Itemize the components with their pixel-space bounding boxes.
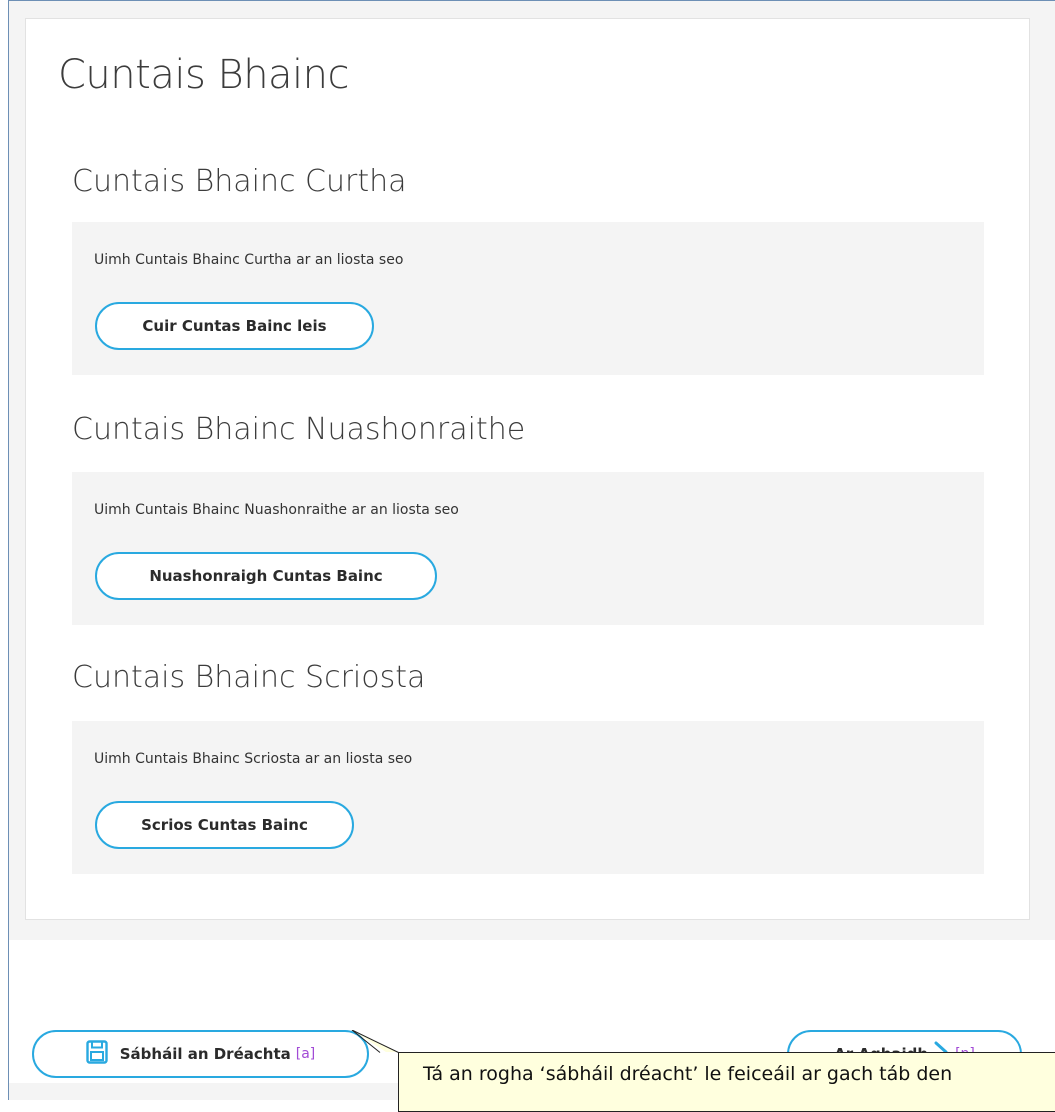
- updated-accounts-panel: Uimh Cuntais Bhainc Nuashonraithe ar an …: [72, 472, 984, 625]
- empty-list-message: Uimh Cuntais Bhainc Curtha ar an liosta …: [94, 252, 404, 268]
- save-draft-label: Sábháil an Dréachta: [119, 1045, 291, 1063]
- delete-bank-account-button[interactable]: Scrios Cuntas Bainc: [95, 801, 354, 849]
- save-draft-button[interactable]: Sábháil an Dréachta [a]: [32, 1030, 369, 1078]
- empty-list-message: Uimh Cuntais Bhainc Scriosta ar an liost…: [94, 751, 413, 767]
- add-bank-account-button[interactable]: Cuir Cuntas Bainc leis: [95, 302, 374, 350]
- save-icon: [86, 1040, 108, 1068]
- empty-list-message: Uimh Cuntais Bhainc Nuashonraithe ar an …: [94, 502, 459, 518]
- deleted-accounts-panel: Uimh Cuntais Bhainc Scriosta ar an liost…: [72, 721, 984, 874]
- section-title-updated: Cuntais Bhainc Nuashonraithe: [72, 412, 526, 447]
- page-title: Cuntais Bhainc: [58, 52, 350, 98]
- callout-box: Tá an rogha ‘sábháil dréacht’ le feiceái…: [398, 1052, 1055, 1112]
- update-bank-account-button[interactable]: Nuashonraigh Cuntas Bainc: [95, 552, 437, 600]
- section-title-added: Cuntais Bhainc Curtha: [72, 164, 407, 199]
- section-title-deleted: Cuntais Bhainc Scriosta: [72, 660, 426, 695]
- added-accounts-panel: Uimh Cuntais Bhainc Curtha ar an liosta …: [72, 222, 984, 375]
- save-shortcut-hint: [a]: [295, 1046, 316, 1062]
